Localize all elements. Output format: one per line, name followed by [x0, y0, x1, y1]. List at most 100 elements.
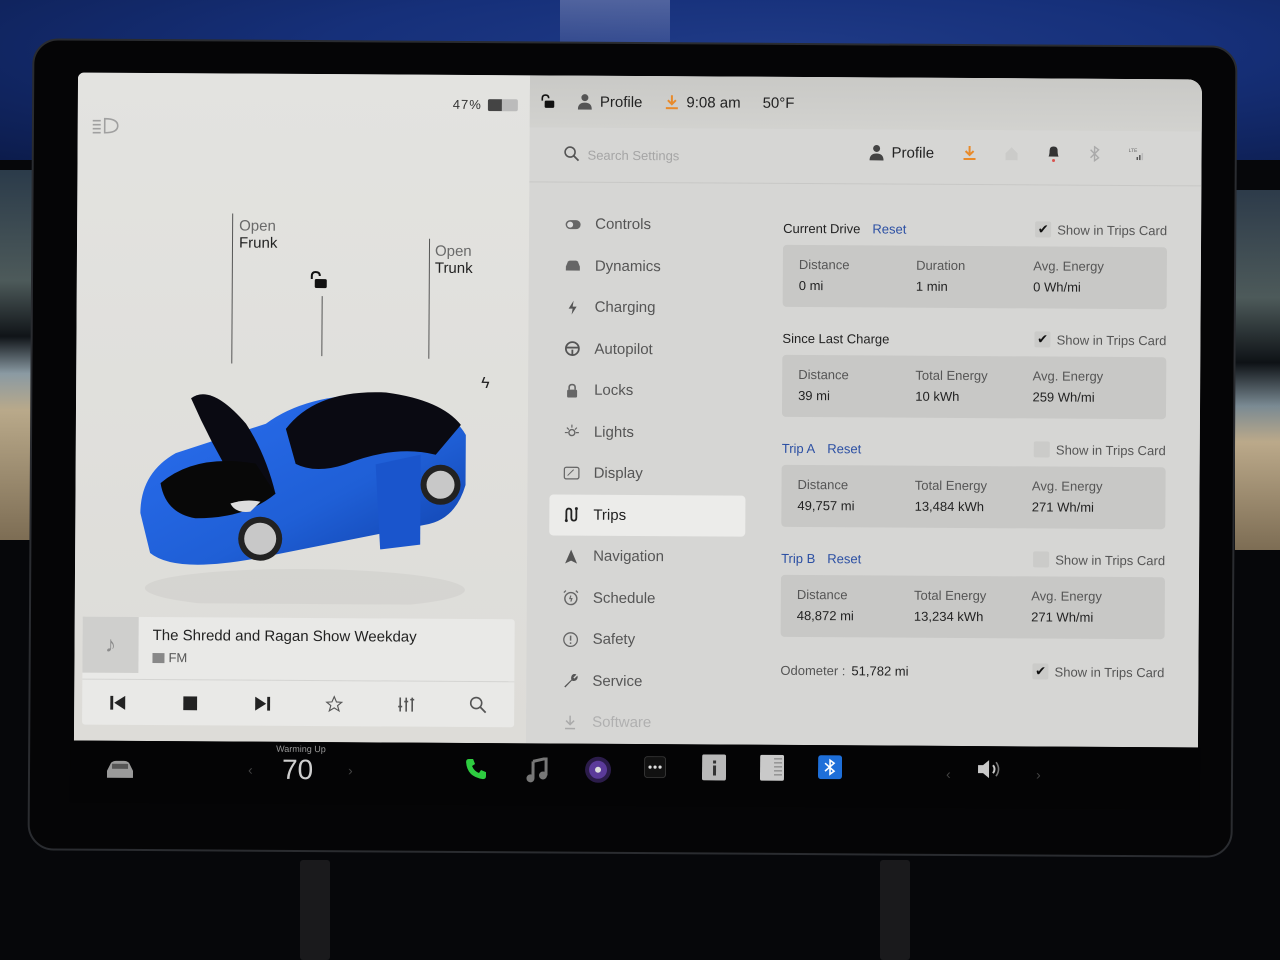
car-panel: 47% Open Frunk Open Trunk ϟ ♪ The Shredd…: [73, 72, 531, 744]
lock-icon: [564, 382, 580, 398]
clock: 9:08 am: [686, 93, 741, 112]
odometer-value: 51,782 mi: [851, 662, 909, 679]
menu-item-service[interactable]: Service: [548, 660, 744, 703]
bluetooth-icon[interactable]: [1088, 145, 1100, 162]
climate-temperature[interactable]: 70: [282, 754, 313, 786]
menu-item-autopilot[interactable]: Autopilot: [550, 328, 746, 371]
temp-up-button[interactable]: ›: [348, 762, 353, 778]
stat-value: 10 kWh: [915, 388, 960, 404]
touchscreen: 47% Open Frunk Open Trunk ϟ ♪ The Shredd…: [73, 72, 1203, 748]
menu-item-locks[interactable]: Locks: [550, 369, 746, 412]
camera-button[interactable]: [584, 756, 612, 784]
menu-item-charging[interactable]: Charging: [550, 286, 746, 329]
search-settings-input[interactable]: [587, 143, 788, 167]
menu-item-safety[interactable]: Safety: [548, 618, 744, 661]
open-trunk-button[interactable]: Open Trunk: [435, 243, 473, 277]
media-search-button[interactable]: [463, 689, 493, 719]
unlock-status-icon[interactable]: [540, 93, 556, 109]
menu-item-trips[interactable]: Trips: [549, 493, 746, 537]
temp-down-button[interactable]: ‹: [248, 762, 253, 778]
menu-item-dynamics[interactable]: Dynamics: [551, 245, 747, 288]
stat-label: Avg. Energy: [1033, 258, 1104, 274]
homelink-icon[interactable]: [1004, 145, 1018, 161]
current-drive-show-checkbox[interactable]: ✔ Show in Trips Card: [1035, 221, 1167, 238]
stat-label: Total Energy: [914, 587, 987, 604]
owners-manual-button[interactable]: [701, 754, 727, 781]
odometer-show-checkbox[interactable]: ✔ Show in Trips Card: [1032, 663, 1165, 680]
menu-item-software[interactable]: Software: [548, 701, 744, 744]
settings-profile-button[interactable]: Profile: [869, 144, 934, 161]
charge-port-icon[interactable]: ϟ: [481, 375, 490, 393]
trip-b-section: Trip B Reset Show in Trips Card Distance…: [780, 547, 1166, 640]
phone-button[interactable]: [464, 757, 488, 781]
settings-menu: Controls Dynamics Charging Autopilot Locks Li…: [548, 203, 747, 744]
next-track-button[interactable]: [247, 688, 277, 718]
trunk-callout-line: [428, 238, 431, 359]
since-last-charge-show-checkbox[interactable]: ✔ Show in Trips Card: [1034, 331, 1167, 348]
music-button[interactable]: [526, 757, 548, 783]
checkbox-unchecked-icon: [1033, 551, 1050, 568]
stat-value: 13,234 kWh: [913, 608, 984, 625]
menu-item-display[interactable]: Display: [549, 452, 745, 495]
trip-a-show-checkbox[interactable]: Show in Trips Card: [1033, 441, 1166, 458]
current-drive-reset-button[interactable]: Reset: [872, 221, 906, 236]
bluetooth-button[interactable]: [817, 755, 843, 780]
notification-bell-icon[interactable]: [1046, 144, 1060, 163]
menu-item-label: Schedule: [592, 589, 656, 607]
current-drive-title: Current Drive: [783, 220, 861, 236]
stat-label: Duration: [916, 257, 966, 273]
equalizer-button[interactable]: [391, 689, 421, 719]
favorite-button[interactable]: [319, 689, 349, 719]
more-apps-button[interactable]: [644, 756, 667, 779]
volume-button[interactable]: [976, 758, 1004, 780]
settings-header-icons: Profile LTE: [869, 143, 1145, 163]
trip-b-show-checkbox[interactable]: Show in Trips Card: [1033, 551, 1165, 568]
menu-item-controls[interactable]: Controls: [551, 203, 747, 246]
stat-label: Avg. Energy: [1031, 478, 1103, 494]
trip-a-title: Trip A: [781, 440, 816, 456]
checkbox-unchecked-icon: [1033, 441, 1050, 458]
stat-label: Avg. Energy: [1031, 588, 1102, 604]
profile-label: Profile: [599, 93, 643, 111]
stat-label: Distance: [796, 586, 848, 603]
calendar-icon: [759, 754, 785, 781]
trip-b-reset-button[interactable]: Reset: [827, 551, 861, 566]
menu-item-label: Software: [592, 713, 652, 732]
alert-circle-icon: [563, 631, 579, 647]
open-frunk-button[interactable]: Open Frunk: [239, 218, 278, 252]
media-source-label: FM: [168, 650, 188, 666]
background-dashboard-right: [1235, 190, 1280, 550]
car-button[interactable]: [104, 759, 136, 781]
menu-item-lights[interactable]: Lights: [550, 411, 746, 454]
skip-previous-icon: [110, 695, 126, 710]
unlock-icon[interactable]: [309, 271, 329, 289]
stop-button[interactable]: [175, 688, 205, 718]
trip-a-reset-button[interactable]: Reset: [827, 441, 861, 456]
previous-track-button[interactable]: [103, 687, 133, 717]
volume-down-button[interactable]: ‹: [946, 766, 951, 782]
battery-status: 47%: [453, 97, 518, 112]
stat-value: 13,484 kWh: [914, 498, 985, 515]
trip-b-card: Distance 48,872 mi Total Energy 13,234 kWh…: [780, 574, 1165, 640]
steering-wheel-icon: [564, 341, 580, 357]
checkbox-checked-icon: ✔: [1034, 331, 1051, 348]
menu-item-label: Service: [592, 672, 643, 690]
volume-up-button[interactable]: ›: [1036, 766, 1041, 782]
svg-text:LTE: LTE: [1128, 148, 1138, 154]
software-update-indicator[interactable]: 9:08 am: [664, 93, 741, 112]
phone-icon: [466, 758, 487, 780]
since-last-charge-title: Since Last Charge: [782, 330, 890, 347]
menu-item-label: Dynamics: [594, 257, 661, 275]
frunk-callout-line: [231, 213, 234, 364]
menu-item-label: Safety: [592, 630, 636, 649]
profile-button[interactable]: Profile: [577, 93, 643, 111]
wrench-icon: [562, 673, 578, 689]
menu-item-schedule[interactable]: Schedule: [549, 577, 745, 620]
toggle-icon: [565, 216, 581, 232]
download-icon[interactable]: [962, 145, 976, 161]
auto-headlight-icon[interactable]: [92, 117, 120, 135]
more-icon: [644, 756, 667, 779]
odometer-label: Odometer :: [780, 662, 846, 678]
calendar-button[interactable]: [759, 754, 785, 781]
menu-item-navigation[interactable]: Navigation: [549, 535, 745, 578]
